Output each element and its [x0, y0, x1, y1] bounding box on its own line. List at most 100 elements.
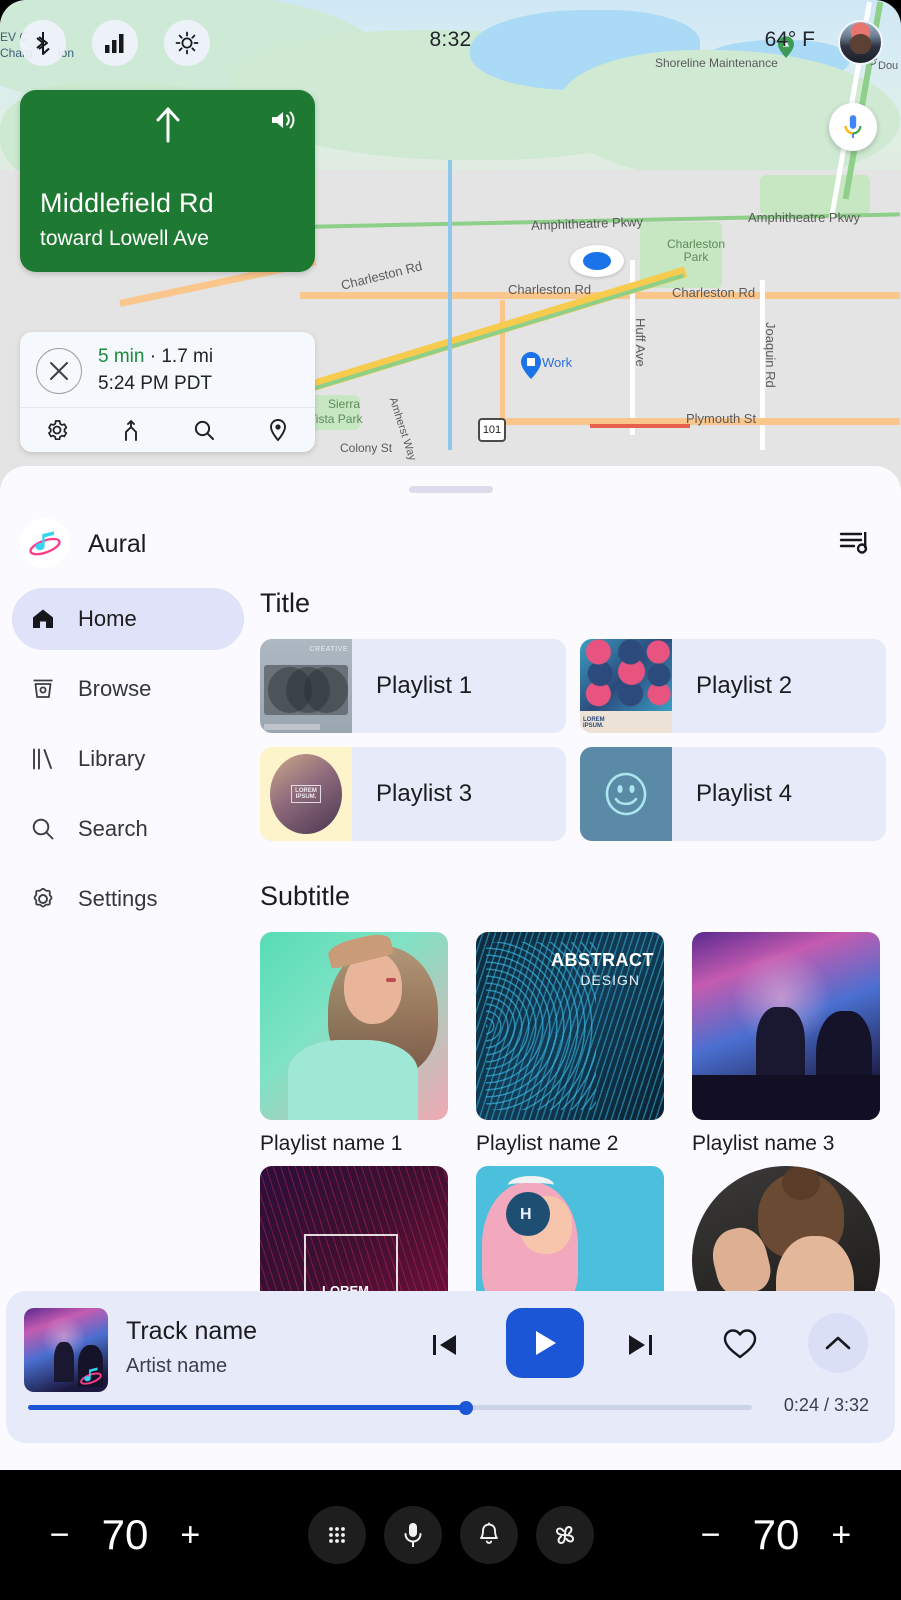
album-label: Playlist name 1 [260, 1132, 403, 1155]
eta-duration: 5 min [98, 346, 145, 367]
nav-settings-button[interactable] [20, 418, 94, 442]
sidebar-item-settings[interactable]: Settings [12, 868, 244, 930]
car-infotainment-screen: 101 Shoreline Maintenance Amphitheatre P… [0, 0, 901, 1600]
music-content: Title CREATIVE Playlist 1 LOREM IPSUM. P… [260, 588, 886, 1366]
album-cell[interactable]: Playlist name 3 [692, 932, 880, 1156]
map-label: Charleston Park [666, 237, 726, 264]
nav-search-button[interactable] [168, 418, 242, 442]
queue-music-button[interactable] [839, 528, 871, 561]
status-temperature: 64° F [764, 28, 815, 51]
status-bar: EV C Charg. ion 8:32 64° F [0, 0, 901, 86]
left-volume-value: 70 [101, 1511, 149, 1558]
sidebar-item-browse[interactable]: Browse [12, 658, 244, 720]
settings-icon [47, 420, 68, 441]
playlist-label: Playlist 2 [696, 672, 793, 699]
music-app-name: Aural [88, 530, 147, 558]
navigation-instruction-card[interactable]: Middlefield Rd toward Lowell Ave [20, 90, 315, 272]
search-icon [195, 420, 215, 440]
music-app-bar: Aural [0, 510, 901, 580]
left-volume-increase-button[interactable]: + [180, 1518, 200, 1552]
browse-icon [30, 676, 64, 702]
map-label: Colony St [340, 441, 393, 455]
close-icon [50, 362, 68, 380]
playlist-thumbnail: CREATIVE [260, 639, 352, 733]
queue-music-icon [839, 532, 868, 554]
player-artist-name: Artist name [126, 1355, 228, 1377]
map-road-traffic [590, 424, 690, 428]
album-cell[interactable]: Playlist name 1 [260, 932, 448, 1156]
map-label: Charleston Rd [672, 285, 756, 300]
playlist-card[interactable]: LOREM IPSUM. Playlist 2 [580, 639, 886, 733]
microphone-icon [404, 1523, 421, 1547]
library-icon [30, 746, 64, 772]
album-art [260, 932, 448, 1120]
assistant-mic-button[interactable] [829, 103, 877, 151]
system-bottom-bar: − 70 + − 70 + [0, 1470, 901, 1600]
sidebar-item-label: Search [78, 816, 148, 841]
climate-fan-button[interactable] [535, 1506, 594, 1564]
search-icon [30, 816, 64, 842]
playlist-card[interactable]: Playlist 4 [580, 747, 886, 841]
system-center-buttons [250, 1506, 651, 1564]
sidebar-item-search[interactable]: Search [12, 798, 244, 860]
player-album-art[interactable] [24, 1308, 108, 1392]
playlist-label: Playlist 4 [696, 780, 793, 807]
home-icon [30, 606, 64, 632]
playlist-label: Playlist 1 [376, 672, 473, 699]
album-art: ABSTRACT DESIGN [476, 932, 664, 1120]
play-button[interactable] [506, 1308, 584, 1378]
smiley-face-icon [605, 772, 647, 816]
player-progress-fill [28, 1405, 467, 1410]
eta-separator: · [144, 346, 162, 367]
straight-arrow-icon [153, 106, 183, 149]
player-progress-knob[interactable] [459, 1400, 474, 1415]
map-park-area [760, 175, 870, 215]
voice-assistant-button[interactable] [383, 1506, 442, 1564]
sidebar-item-home[interactable]: Home [12, 588, 244, 650]
skip-previous-button[interactable] [430, 1331, 460, 1364]
media-player-bar: Track name Artist name 0:24 / 3:32 [6, 1291, 895, 1443]
close-navigation-button[interactable] [36, 348, 82, 394]
chevron-up-icon [825, 1336, 851, 1350]
user-avatar[interactable] [838, 20, 883, 65]
player-progress-slider[interactable] [28, 1400, 752, 1415]
right-volume-increase-button[interactable]: + [831, 1518, 851, 1552]
play-icon [536, 1331, 556, 1355]
album-cell[interactable]: ABSTRACT DESIGN Playlist name 2 [476, 932, 664, 1156]
right-volume-decrease-button[interactable]: − [701, 1518, 721, 1552]
favorite-button[interactable] [722, 1327, 758, 1366]
playlist-card[interactable]: LOREM IPSUM. Playlist 3 [260, 747, 566, 841]
map-stream [448, 160, 452, 450]
music-sidebar: Home Browse Library Search Settings [12, 588, 244, 938]
eta-arrival-time: 5:24 PM PDT [98, 373, 213, 394]
notifications-button[interactable] [459, 1506, 518, 1564]
map-label: Charleston Rd [508, 282, 592, 297]
expand-player-button[interactable] [808, 1313, 868, 1373]
map-label: Joaquin Rd [763, 322, 778, 388]
skip-next-button[interactable] [626, 1331, 656, 1364]
apps-grid-button[interactable] [307, 1506, 366, 1564]
map-label: Plymouth St [686, 411, 757, 426]
work-destination-pin[interactable] [521, 352, 541, 384]
playlist-grid: CREATIVE Playlist 1 LOREM IPSUM. Playlis… [260, 639, 886, 841]
album-overlay-title: ABSTRACT [551, 950, 654, 970]
section-title: Title [260, 588, 311, 618]
sidebar-item-library[interactable]: Library [12, 728, 244, 790]
left-volume-control: − 70 + [0, 1511, 250, 1559]
map-label: Vista Park [308, 412, 363, 426]
highway-shield-label: 101 [482, 424, 502, 436]
heart-outline-icon [723, 1329, 757, 1359]
nav-location-button[interactable] [241, 418, 315, 442]
eta-action-row [20, 407, 315, 452]
sidebar-item-label: Home [78, 606, 137, 631]
nav-volume-button[interactable] [269, 108, 297, 137]
playlist-card[interactable]: CREATIVE Playlist 1 [260, 639, 566, 733]
eta-distance-row: 5 min · 1.7 mi [98, 346, 213, 368]
route-alternatives-button[interactable] [94, 418, 168, 442]
map-label: Amphitheatre Pkwy [748, 210, 860, 225]
left-volume-decrease-button[interactable]: − [50, 1518, 70, 1552]
panel-drag-handle[interactable] [408, 486, 493, 493]
sidebar-item-label: Browse [78, 676, 152, 701]
playlist-label: Playlist 3 [376, 780, 473, 807]
nav-toward-text: toward Lowell Ave [40, 227, 209, 250]
